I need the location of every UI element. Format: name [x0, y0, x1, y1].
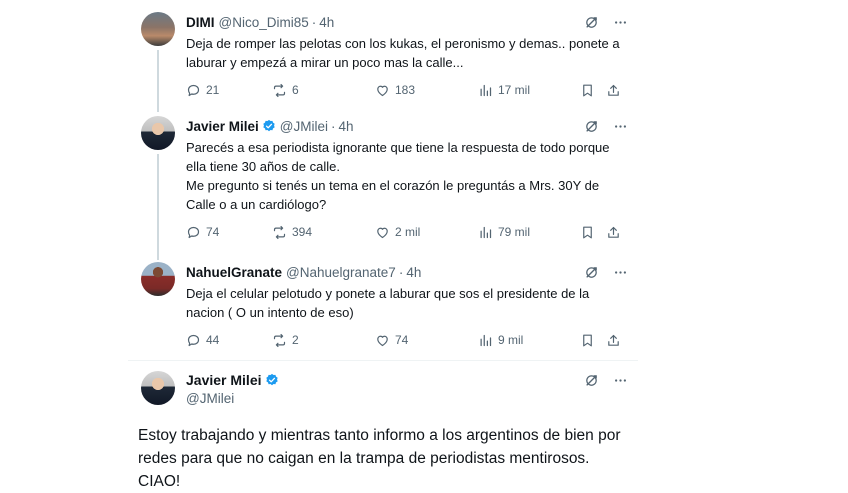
views-button[interactable]: 17 mil — [478, 83, 580, 98]
retweet-icon — [272, 225, 287, 240]
reply-button[interactable]: 44 — [186, 333, 272, 348]
avatar[interactable] — [141, 371, 175, 405]
more-icon[interactable] — [613, 15, 628, 30]
views-button[interactable]: 9 mil — [478, 333, 580, 348]
tweet-text: Deja de romper las pelotas con los kukas… — [186, 36, 624, 70]
share-button[interactable] — [606, 83, 626, 98]
views-count: 79 mil — [498, 225, 531, 239]
main-tweet-text: Estoy trabajando y mientras tanto inform… — [138, 427, 621, 490]
more-icon[interactable] — [613, 265, 628, 280]
verified-badge-icon[interactable] — [265, 373, 279, 387]
action-bar: 74 394 2 mil 79 mil — [186, 220, 628, 244]
share-button[interactable] — [606, 333, 626, 348]
author-handle[interactable]: @JMilei — [280, 119, 328, 134]
retweet-button[interactable]: 394 — [272, 225, 375, 240]
like-count: 183 — [395, 83, 416, 97]
conversation-thread: DIMI @Nico_Dimi85 · 4h Deja de romper la… — [128, 0, 638, 490]
timestamp[interactable]: 4h — [319, 15, 334, 30]
like-count: 74 — [395, 333, 409, 347]
retweet-button[interactable]: 2 — [272, 333, 375, 348]
reply-count: 74 — [206, 225, 220, 239]
like-count: 2 mil — [395, 225, 421, 239]
reply-count: 21 — [206, 83, 220, 97]
avatar-column — [138, 262, 178, 360]
separator-dot: · — [311, 14, 317, 30]
more-icon[interactable] — [613, 373, 628, 388]
author-name[interactable]: DIMI — [186, 15, 215, 30]
reply-icon — [186, 333, 201, 348]
main-tweet: Javier Milei @JMilei — [128, 361, 638, 406]
avatar[interactable] — [141, 12, 175, 46]
avatar[interactable] — [141, 116, 175, 150]
reply-count: 44 — [206, 333, 220, 347]
action-bar: 44 2 74 9 mil — [186, 328, 628, 352]
reply-tweet[interactable]: DIMI @Nico_Dimi85 · 4h Deja de romper la… — [128, 0, 638, 112]
heart-icon — [375, 225, 390, 240]
share-button[interactable] — [606, 225, 626, 240]
tweet-text: Parecés a esa periodista ignorante que t… — [186, 140, 610, 212]
thread-connector-line — [157, 154, 159, 260]
author-handle[interactable]: @JMilei — [186, 391, 628, 406]
reply-icon — [186, 225, 201, 240]
bookmark-icon — [580, 83, 595, 98]
reply-tweet[interactable]: NahuelGranate @Nahuelgranate7 · 4h Deja … — [128, 260, 638, 360]
avatar-column — [138, 116, 178, 260]
author-handle[interactable]: @Nahuelgranate7 — [286, 265, 396, 280]
heart-icon — [375, 83, 390, 98]
grok-icon[interactable] — [584, 119, 599, 134]
heart-icon — [375, 333, 390, 348]
avatar-column — [138, 12, 178, 112]
retweet-icon — [272, 333, 287, 348]
action-bar: 21 6 183 17 mil — [186, 78, 628, 102]
reply-button[interactable]: 21 — [186, 83, 272, 98]
separator-dot: · — [331, 118, 336, 134]
reply-icon — [186, 83, 201, 98]
retweet-count: 394 — [292, 225, 313, 239]
reply-button[interactable]: 74 — [186, 225, 272, 240]
bookmark-button[interactable] — [580, 83, 606, 98]
bookmark-button[interactable] — [580, 225, 606, 240]
reply-tweet[interactable]: Javier Milei @JMilei · 4h Parecés a esa … — [128, 112, 638, 260]
author-name[interactable]: NahuelGranate — [186, 265, 282, 280]
grok-icon[interactable] — [584, 15, 599, 30]
separator-dot: · — [398, 264, 404, 280]
verified-badge-icon[interactable] — [262, 119, 276, 133]
views-count: 17 mil — [498, 83, 531, 97]
avatar-column — [138, 371, 178, 406]
author-name[interactable]: Javier Milei — [186, 372, 262, 388]
bookmark-icon — [580, 225, 595, 240]
timestamp[interactable]: 4h — [339, 119, 354, 134]
retweet-button[interactable]: 6 — [272, 83, 375, 98]
like-button[interactable]: 2 mil — [375, 225, 478, 240]
grok-icon[interactable] — [584, 265, 599, 280]
bookmark-icon — [580, 333, 595, 348]
share-icon — [606, 333, 621, 348]
timestamp[interactable]: 4h — [406, 265, 421, 280]
grok-icon[interactable] — [584, 373, 599, 388]
like-button[interactable]: 183 — [375, 83, 478, 98]
author-name[interactable]: Javier Milei — [186, 119, 259, 134]
views-icon — [478, 83, 493, 98]
more-icon[interactable] — [613, 119, 628, 134]
views-icon — [478, 333, 493, 348]
share-icon — [606, 225, 621, 240]
retweet-count: 6 — [292, 83, 299, 97]
views-button[interactable]: 79 mil — [478, 225, 580, 240]
avatar[interactable] — [141, 262, 175, 296]
views-icon — [478, 225, 493, 240]
views-count: 9 mil — [498, 333, 524, 347]
retweet-count: 2 — [292, 333, 299, 347]
share-icon — [606, 83, 621, 98]
thread-connector-line — [157, 50, 159, 112]
author-handle[interactable]: @Nico_Dimi85 — [219, 15, 309, 30]
tweet-text: Deja el celular pelotudo y ponete a labu… — [186, 286, 593, 320]
bookmark-button[interactable] — [580, 333, 606, 348]
retweet-icon — [272, 83, 287, 98]
like-button[interactable]: 74 — [375, 333, 478, 348]
